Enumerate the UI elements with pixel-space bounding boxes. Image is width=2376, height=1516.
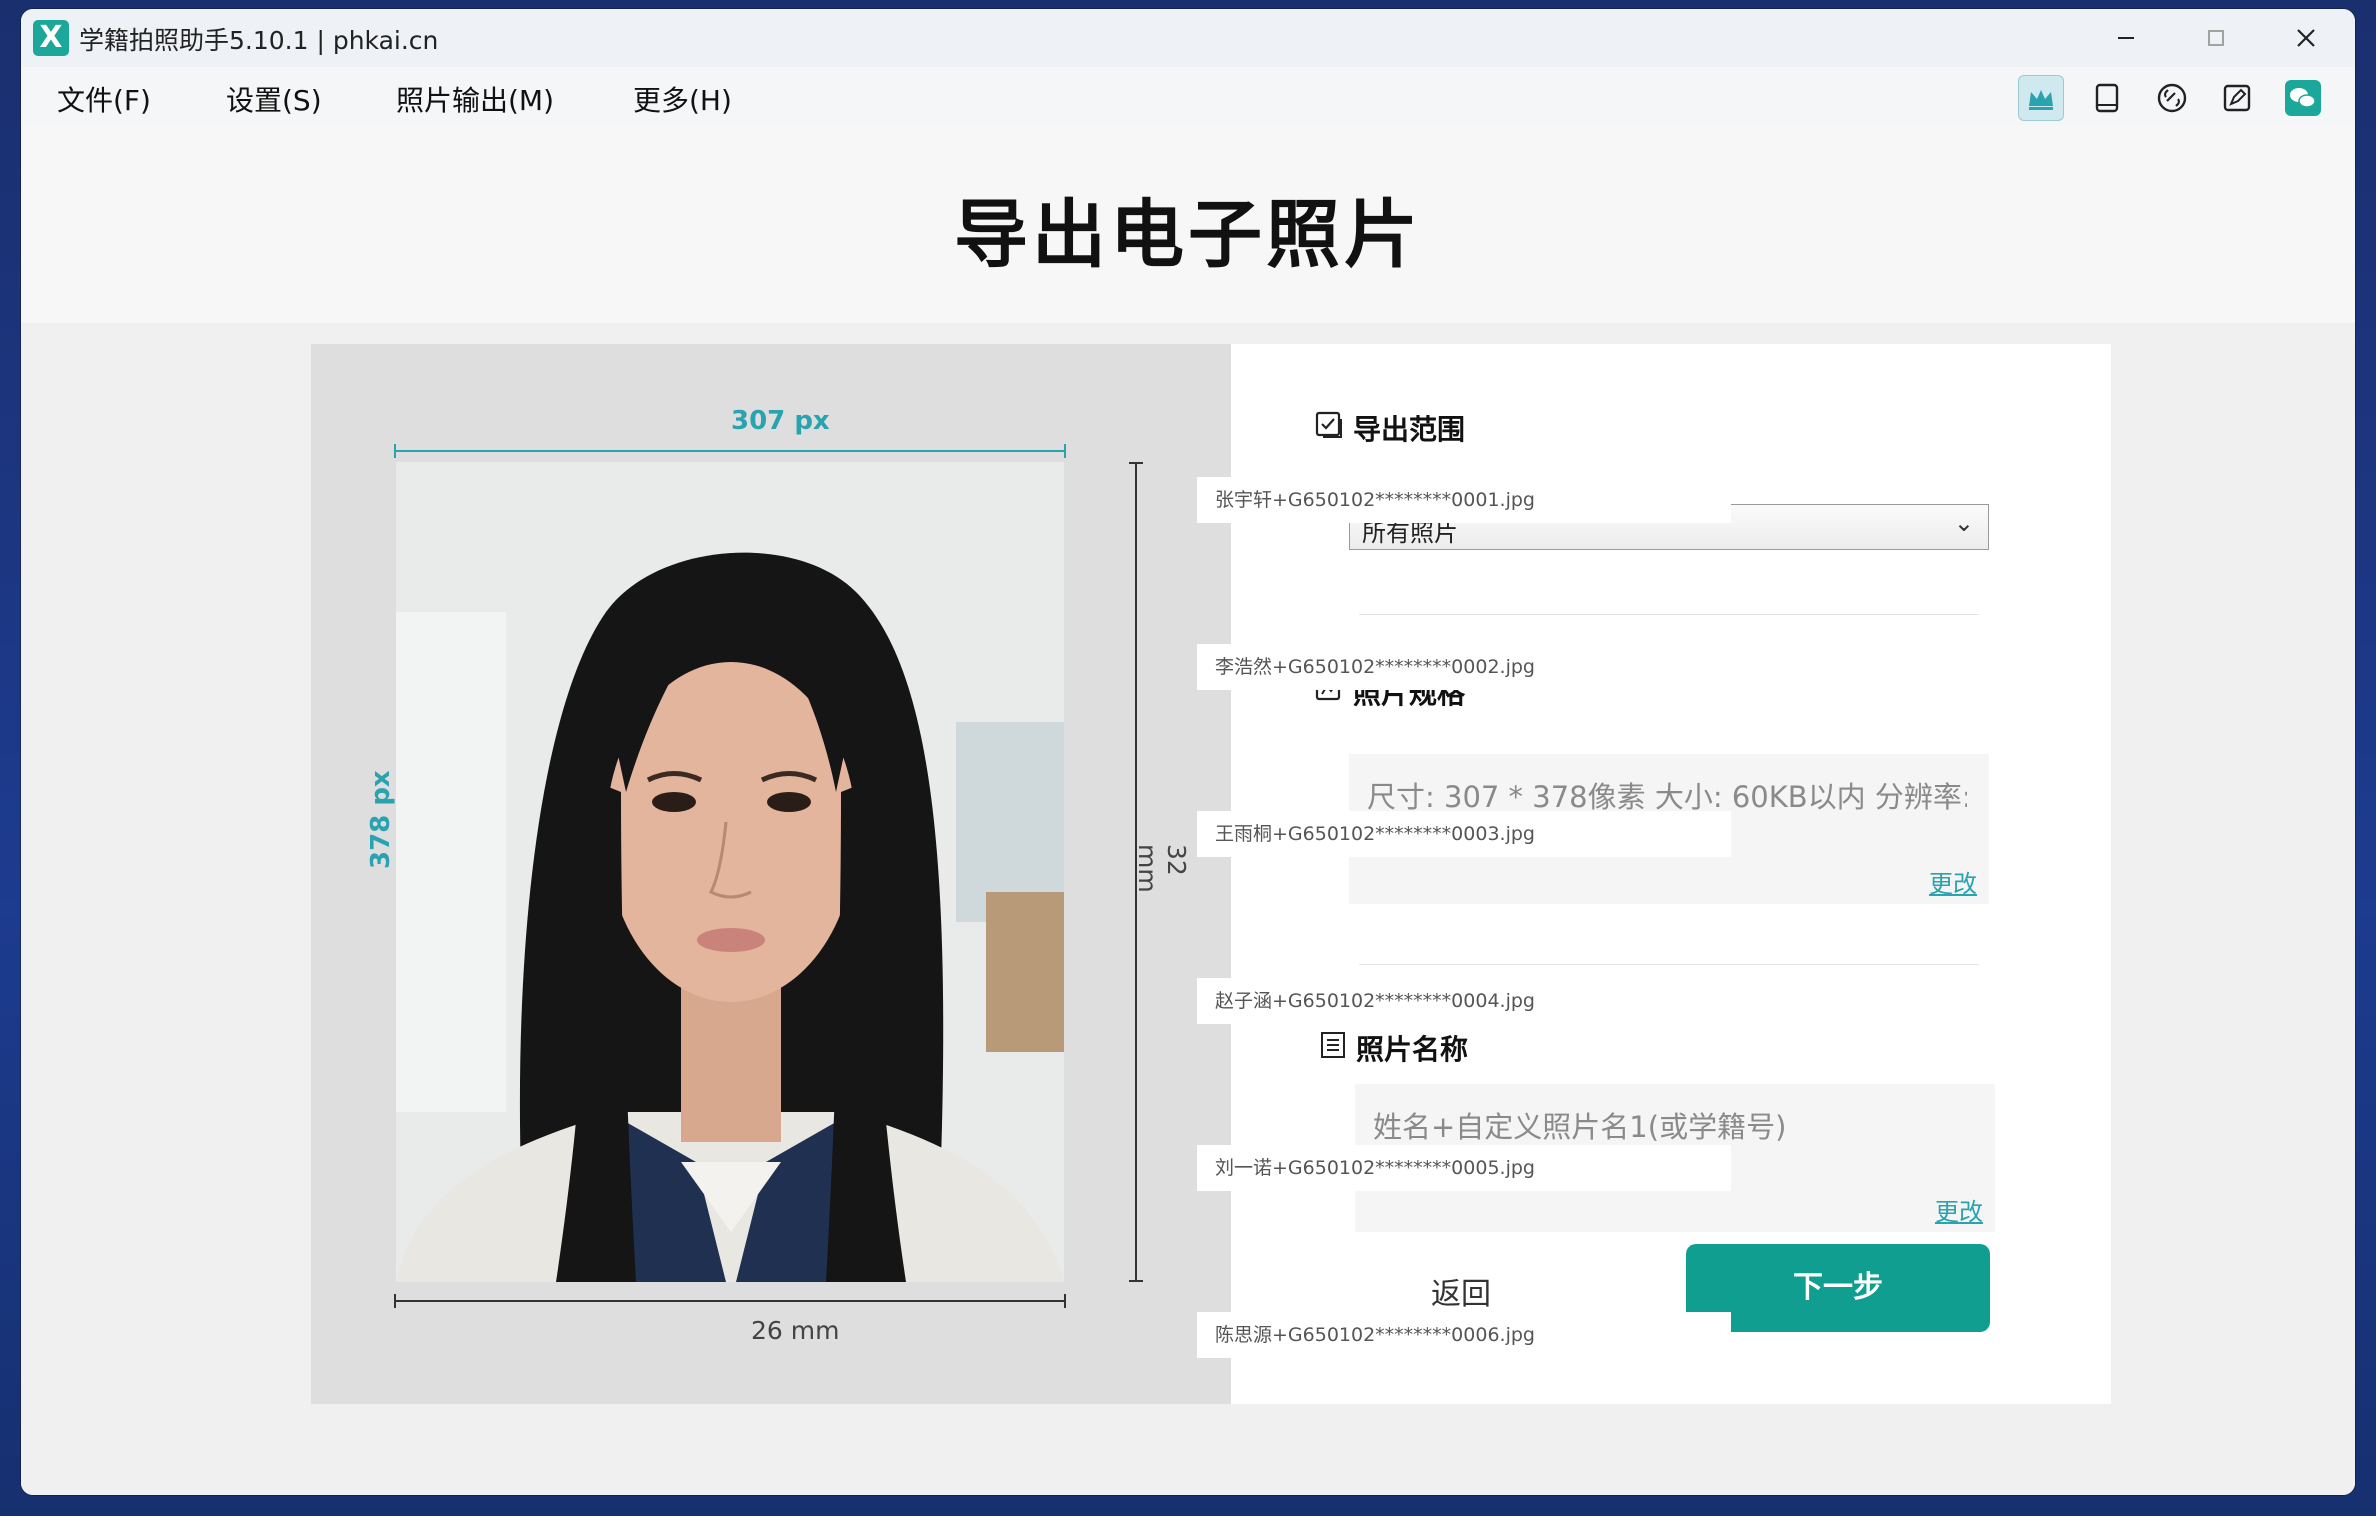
divider-1 <box>1359 614 1979 615</box>
app-logo-icon: X <box>33 20 69 56</box>
file-list-item[interactable]: 刘一诺+G650102********0005.jpg <box>1197 1145 1731 1191</box>
menu-photo-output[interactable]: 照片输出(M) <box>396 79 554 119</box>
edit-icon <box>2223 84 2251 112</box>
page-title: 导出电子照片 <box>954 192 1422 278</box>
window-title: 学籍拍照助手5.10.1 | phkai.cn <box>79 26 439 55</box>
checkbox-icon <box>1315 411 1342 438</box>
title-bar: X 学籍拍照助手5.10.1 | phkai.cn <box>21 9 2355 67</box>
file-list-item[interactable]: 李浩然+G650102********0002.jpg <box>1197 644 1731 690</box>
edit-button[interactable] <box>2214 75 2260 121</box>
link-icon <box>2157 83 2187 113</box>
portrait-image <box>396 462 1064 1282</box>
next-button[interactable]: 下一步 <box>1686 1244 1990 1332</box>
width-mm-line <box>394 1294 1066 1308</box>
file-list-item[interactable]: 王雨桐+G650102********0003.jpg <box>1197 811 1731 857</box>
photo-name-title: 照片名称 <box>1356 1033 1469 1066</box>
minimize-button[interactable] <box>2081 9 2171 67</box>
wechat-button[interactable] <box>2280 75 2326 121</box>
menu-settings[interactable]: 设置(S) <box>226 79 322 119</box>
photo-spec-text: 尺寸: 307 * 378像素 大小: 60KB以内 分辨率: 300 <box>1367 780 1967 814</box>
file-list-item[interactable]: 张宇轩+G650102********0001.jpg <box>1197 477 1731 523</box>
wechat-icon <box>2285 80 2321 116</box>
width-px-label: 307 px <box>731 406 830 436</box>
student-photo <box>396 462 1064 1282</box>
file-list-item[interactable]: 赵子涵+G650102********0004.jpg <box>1197 978 1731 1024</box>
width-mm-label: 26 mm <box>751 1316 840 1345</box>
close-button[interactable] <box>2261 9 2351 67</box>
crown-icon <box>2029 90 2053 110</box>
app-window: X 学籍拍照助手5.10.1 | phkai.cn 文件(F) 设置(S) 照片… <box>21 9 2355 1495</box>
height-px-label: 378 px <box>366 770 396 869</box>
tablet-icon <box>2095 83 2119 113</box>
photo-name-text: 姓名+自定义照片名1(或学籍号) <box>1373 1110 1787 1144</box>
height-mm-label: 32 mm <box>1133 844 1191 893</box>
list-icon <box>1321 1032 1345 1058</box>
photo-preview-panel: 307 px 378 px 32 mm 26 mm <box>311 344 1231 1404</box>
link-button[interactable] <box>2149 75 2195 121</box>
export-range-title: 导出范围 <box>1353 413 1466 446</box>
menu-bar: 文件(F) 设置(S) 照片输出(M) 更多(H) <box>21 67 2355 125</box>
file-list-item[interactable]: 陈思源+G650102********0006.jpg <box>1197 1312 1731 1358</box>
photo-spec-change-link[interactable]: 更改 <box>1929 864 1977 899</box>
chevron-down-icon: ⌄ <box>1953 509 1974 537</box>
page-header: 导出电子照片 <box>21 125 2355 323</box>
back-button[interactable]: 返回 <box>1431 1269 1491 1313</box>
width-dimension-line <box>394 444 1066 458</box>
divider-2 <box>1359 964 1979 965</box>
close-icon <box>2297 29 2315 47</box>
photo-name-change-link[interactable]: 更改 <box>1935 1192 1983 1227</box>
minimize-icon <box>2118 37 2134 39</box>
crown-button[interactable] <box>2018 75 2064 121</box>
tablet-button[interactable] <box>2084 75 2130 121</box>
menu-file[interactable]: 文件(F) <box>57 79 151 119</box>
maximize-button[interactable] <box>2171 9 2261 67</box>
maximize-icon <box>2208 30 2224 46</box>
menu-more[interactable]: 更多(H) <box>633 79 732 119</box>
